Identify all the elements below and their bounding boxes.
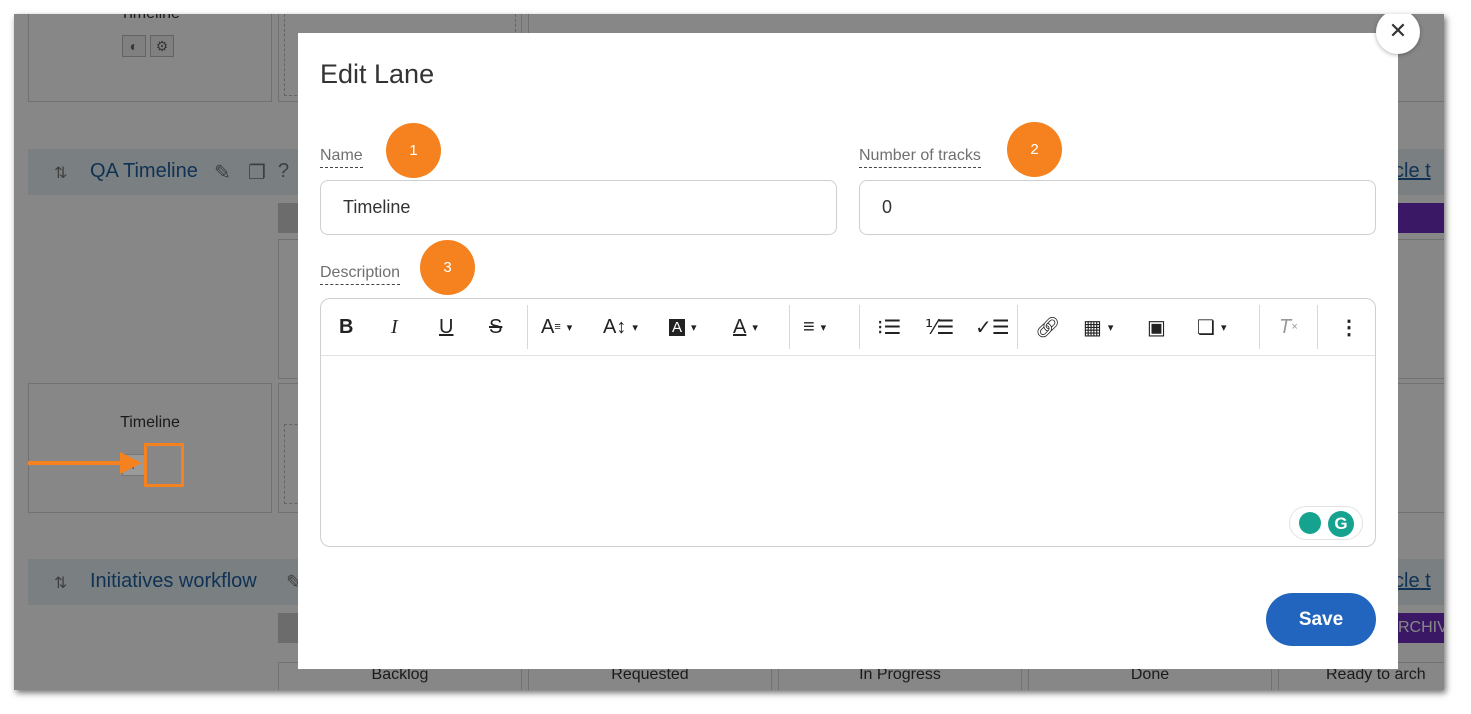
font-size-icon[interactable]: A↕ ▾ [603,313,638,341]
toolbar-separator [1317,305,1318,349]
callout-badge-2: 2 [1007,122,1062,177]
name-label: Name [320,147,363,168]
tracks-label: Number of tracks [859,147,981,168]
text-color-icon[interactable]: A ▾ [733,313,758,341]
dialog-title: Edit Lane [320,59,435,89]
toolbar-separator [527,305,528,349]
callout-badge-3: 3 [420,240,475,295]
highlight-color-icon[interactable]: A ▾ [669,313,697,341]
tracks-input[interactable]: 0 [859,180,1376,235]
clear-format-icon[interactable]: T × [1279,313,1298,341]
strikethrough-icon[interactable]: S [489,313,502,341]
app-window: Timeline ◐ ⚙ ⇅ QA Timeline ✎ ❐ ? ycle t … [14,14,1444,690]
more-icon[interactable]: ⋮ [1339,313,1359,341]
description-label: Description [320,264,401,285]
underline-icon[interactable]: U [439,313,453,341]
font-family-icon[interactable]: A ≡ ▾ [541,313,572,341]
save-button[interactable]: Save [1266,593,1376,646]
align-icon[interactable]: ≡ ▾ [803,313,826,341]
grammarly-widget[interactable]: G [1289,506,1363,540]
italic-icon[interactable]: I [391,313,398,341]
name-input[interactable]: Timeline [320,180,837,235]
bulleted-list-icon[interactable]: ⁝☰ [877,313,901,341]
toolbar-separator [1017,305,1018,349]
pointer-arrow [28,461,124,465]
callout-badge-1: 1 [386,123,441,178]
bold-icon[interactable]: B [339,313,353,341]
toolbar-separator [859,305,860,349]
checklist-icon[interactable]: ✓☰ [975,313,1010,341]
table-icon[interactable]: ▦ ▾ [1083,313,1113,341]
source-code-icon[interactable]: ❏ ▾ [1197,313,1226,341]
numbered-list-icon[interactable]: ⅟☰ [925,313,954,341]
toolbar-separator [789,305,790,349]
toolbar-separator [1259,305,1260,349]
arrow-head-icon [120,452,142,474]
image-icon[interactable]: ▣ [1147,313,1166,341]
link-icon[interactable]: 🔗︎ [1035,313,1060,341]
gear-icon[interactable]: ⚙ [154,454,169,474]
editor-toolbar: B I U S A ≡ ▾ A↕ ▾ A ▾ A ▾ ≡ ▾ ⁝☰ ⅟☰ ✓☰ 🔗︎ ▦ ▾ … [321,299,1375,356]
description-editor[interactable]: B I U S A ≡ ▾ A↕ ▾ A ▾ A ▾ ≡ ▾ ⁝☰ ⅟☰ ✓☰ 🔗︎ ▦ ▾ … [320,298,1376,547]
grammarly-icon[interactable]: G [1328,511,1354,537]
lightbulb-icon[interactable] [1299,512,1321,534]
edit-lane-dialog: Edit Lane Name 1 Timeline Number of trac… [298,33,1398,669]
